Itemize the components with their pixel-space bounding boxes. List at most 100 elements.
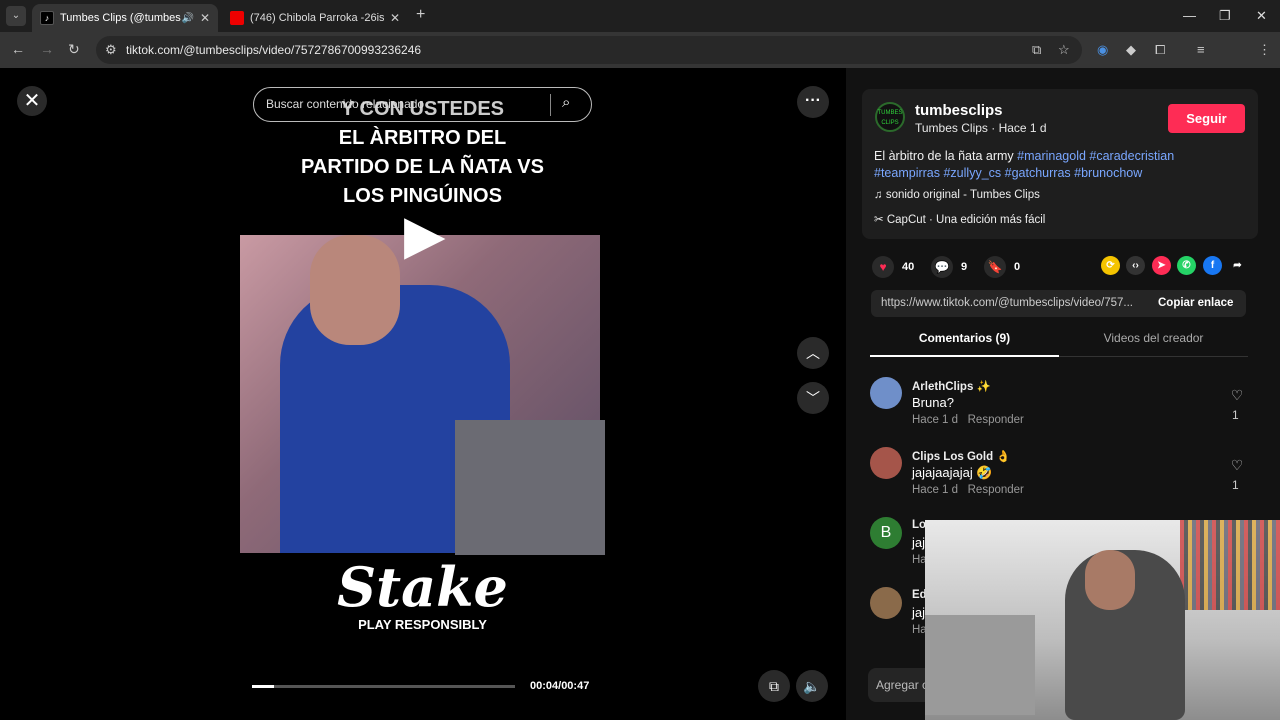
embed-icon[interactable]: ‹›: [1126, 256, 1145, 275]
save-stat[interactable]: 🔖 0: [984, 256, 1020, 278]
channel-avatar[interactable]: TUMBES CLIPS: [875, 102, 905, 132]
new-tab-icon[interactable]: +: [416, 6, 425, 24]
comment-time: Hace 1 d: [912, 414, 959, 426]
like-count: 40: [902, 261, 915, 273]
previous-video-button[interactable]: ︿: [797, 337, 829, 369]
video-time: 00:04/00:47: [530, 680, 590, 692]
caption-line: EL ÀRBITRO DEL: [338, 127, 507, 149]
tab-creator-videos[interactable]: Videos del creador: [1059, 331, 1248, 345]
like-stat[interactable]: ♥ 40: [872, 256, 914, 278]
install-app-icon[interactable]: ⧉: [1032, 42, 1041, 58]
bookmark-star-icon[interactable]: ☆: [1058, 42, 1070, 58]
close-video-button[interactable]: ✕: [17, 86, 47, 116]
omnibox[interactable]: ⚙ tiktok.com/@tumbesclips/video/75727867…: [96, 36, 1082, 64]
comment-item: ArlethClips ✨ Bruna? Hace 1 d Responder …: [870, 377, 1250, 439]
media-control-icon[interactable]: ≡: [1197, 42, 1205, 57]
music-note-icon: ♫: [874, 189, 886, 201]
miniplayer-icon[interactable]: ⧉: [758, 670, 790, 702]
stake-logo: Stake: [337, 555, 508, 619]
url-text[interactable]: tiktok.com/@tumbesclips/video/7572786700…: [126, 43, 421, 57]
hashtag-link[interactable]: #brunochow: [1074, 166, 1142, 180]
follow-button[interactable]: Seguir: [1168, 104, 1245, 133]
video-player[interactable]: Y CON USTEDES EL ÀRBITRO DEL PARTIDO DE …: [240, 70, 605, 720]
music-row[interactable]: ♫ sonido original - Tumbes Clips: [874, 189, 1040, 201]
music-title[interactable]: sonido original - Tumbes Clips: [886, 189, 1040, 201]
hashtag-link[interactable]: #caradecristian: [1089, 149, 1174, 163]
site-info-icon[interactable]: ⚙: [105, 42, 117, 58]
comment-stat[interactable]: 💬 9: [931, 256, 967, 278]
commenter-avatar[interactable]: [870, 587, 902, 619]
tab-tumbes-clips[interactable]: ♪ Tumbes Clips (@tumbesclips) 🔊 ✕: [32, 4, 218, 32]
close-tab-icon[interactable]: ✕: [390, 11, 400, 25]
reply-link[interactable]: Responder: [968, 414, 1024, 426]
comment-text: jaj: [912, 605, 926, 620]
hashtag-link[interactable]: #zullyy_cs: [943, 166, 1001, 180]
background-desk: [925, 615, 1035, 715]
extension-icon[interactable]: ◉: [1097, 42, 1108, 58]
hashtag-link[interactable]: #marinagold: [1017, 149, 1086, 163]
inset-clip: [455, 420, 605, 555]
tab-comments[interactable]: Comentarios (9): [870, 331, 1059, 357]
save-count: 0: [1014, 261, 1021, 273]
browser-menu-icon[interactable]: ⋮: [1258, 42, 1271, 58]
maximize-icon[interactable]: ❐: [1219, 8, 1231, 24]
address-toolbar: ← → ↻ ⚙ tiktok.com/@tumbesclips/video/75…: [0, 32, 1280, 89]
related-search-box[interactable]: Buscar contenido relacionado ⌕: [253, 87, 592, 122]
comment-meta: Hace 1 d Responder: [912, 484, 1024, 496]
channel-subtitle: Tumbes Clips · Hace 1 d: [915, 121, 1047, 135]
comment-text: Bruna?: [912, 395, 954, 410]
video-progress-bar[interactable]: [252, 685, 515, 688]
video-description: El àrbitro de la ñata army #marinagold #…: [874, 148, 1214, 182]
facebook-icon[interactable]: f: [1203, 256, 1222, 275]
extension-diamond-icon[interactable]: ◆: [1126, 42, 1136, 58]
reply-link[interactable]: Responder: [968, 484, 1024, 496]
commenter-name[interactable]: ArlethClips ✨: [912, 379, 991, 393]
tab-chibola-parroka[interactable]: (746) Chibola Parroka -26is (INT ✕: [222, 4, 408, 32]
next-video-button[interactable]: ﹀: [797, 382, 829, 414]
commenter-avatar[interactable]: [870, 377, 902, 409]
share-url[interactable]: https://www.tiktok.com/@tumbesclips/vide…: [881, 297, 1133, 309]
share-link-box[interactable]: https://www.tiktok.com/@tumbesclips/vide…: [871, 290, 1246, 317]
minimize-icon[interactable]: —: [1183, 8, 1196, 23]
window-close-icon[interactable]: ✕: [1256, 8, 1267, 24]
more-options-button[interactable]: ···: [797, 86, 829, 118]
audio-icon[interactable]: 🔊: [181, 13, 193, 24]
commenter-avatar[interactable]: [870, 447, 902, 479]
reload-icon[interactable]: ↻: [68, 41, 80, 58]
comment-like-icon[interactable]: ♡: [1230, 387, 1244, 404]
tab-search-button[interactable]: ⌄: [6, 6, 26, 26]
commenter-name[interactable]: Clips Los Gold 👌: [912, 449, 1011, 463]
back-icon[interactable]: ←: [11, 41, 25, 57]
send-icon[interactable]: ➤: [1152, 256, 1171, 275]
webcam-overlay: [925, 520, 1280, 720]
comment-text: jajajaajajaj 🤣: [912, 465, 993, 480]
share-repost-icon[interactable]: ⟳: [1101, 256, 1120, 275]
ad-subtitle: PLAY RESPONSIBLY: [358, 617, 487, 632]
panel-tabs: Comentarios (9) Videos del creador: [870, 331, 1248, 357]
extensions-puzzle-icon[interactable]: ⧠: [1155, 42, 1165, 58]
person-head: [310, 235, 400, 345]
comment-icon[interactable]: 💬: [931, 256, 953, 278]
commenter-name[interactable]: Lo: [912, 519, 926, 531]
youtube-favicon: [230, 11, 244, 25]
capcut-row[interactable]: ✂ CapCut · Una edición más fácil: [874, 212, 1045, 226]
commenter-avatar[interactable]: B: [870, 517, 902, 549]
hashtag-link[interactable]: #teampirras: [874, 166, 940, 180]
close-tab-icon[interactable]: ✕: [200, 11, 210, 25]
channel-name[interactable]: tumbesclips: [915, 102, 1003, 119]
heart-icon[interactable]: ♥: [872, 256, 894, 278]
search-icon[interactable]: ⌕: [562, 94, 570, 111]
share-arrow-icon[interactable]: ➦: [1228, 256, 1247, 275]
volume-icon[interactable]: 🔈: [796, 670, 828, 702]
comment-meta: Hace 1 d Responder: [912, 414, 1024, 426]
play-icon[interactable]: ▶: [404, 203, 446, 266]
hashtag-link[interactable]: #gatchurras: [1005, 166, 1071, 180]
comment-like-icon[interactable]: ♡: [1230, 457, 1244, 474]
copy-link-button[interactable]: Copiar enlace: [1158, 297, 1233, 309]
browser-tab-bar: ⌄ ♪ Tumbes Clips (@tumbesclips) 🔊 ✕ (746…: [0, 0, 1280, 32]
description-text: El àrbitro de la ñata army: [874, 149, 1018, 163]
bookmark-icon[interactable]: 🔖: [984, 256, 1006, 278]
capcut-label[interactable]: CapCut · Una edición más fácil: [887, 214, 1046, 226]
forward-icon[interactable]: →: [40, 41, 54, 57]
whatsapp-icon[interactable]: ✆: [1177, 256, 1196, 275]
